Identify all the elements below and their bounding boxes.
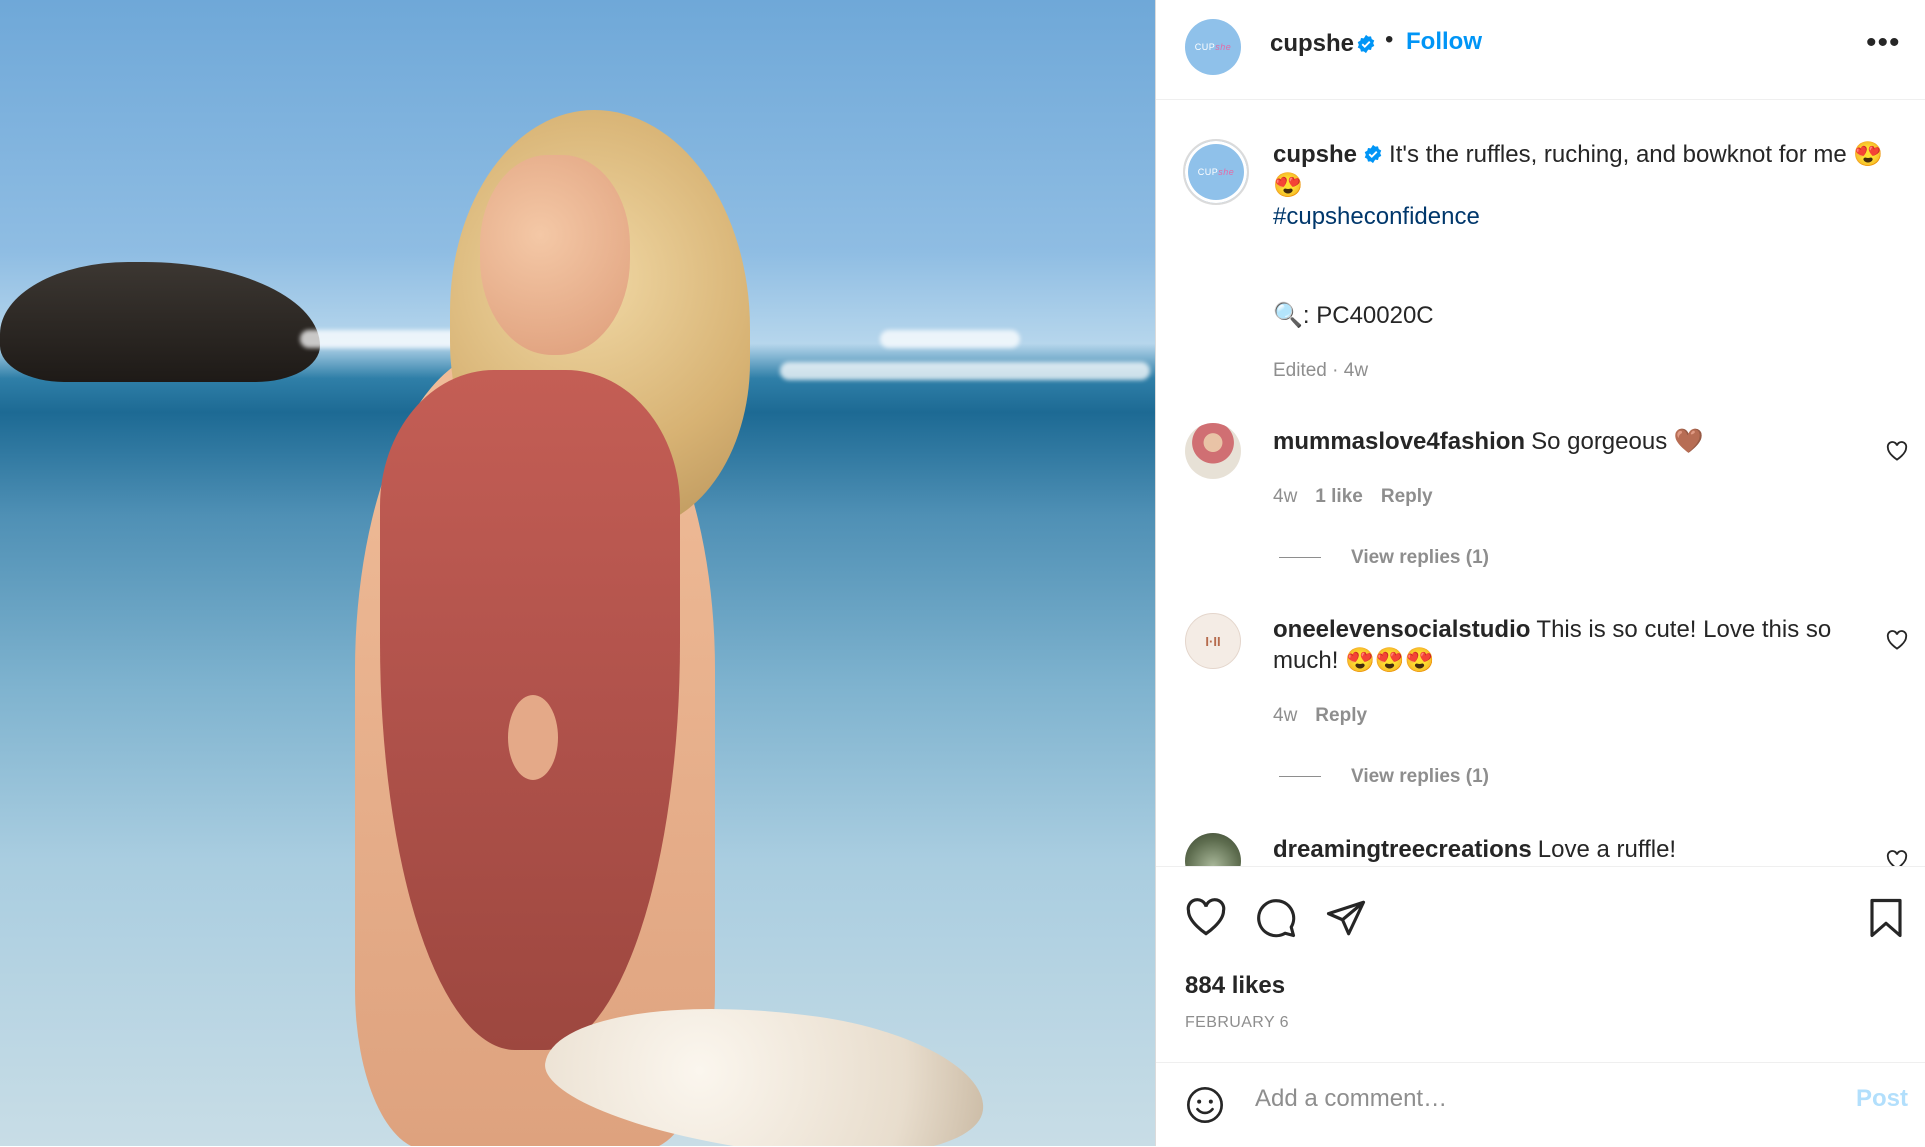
comment-like-heart-icon[interactable] (1886, 850, 1908, 866)
post-side-panel: CUPshe cupshe • Follow ••• CUPshe cupshe… (1155, 0, 1925, 1146)
post-date: FEBRUARY 6 (1185, 1014, 1289, 1031)
photo-model (265, 110, 993, 1146)
caption-hashtag[interactable]: #cupsheconfidence (1273, 203, 1480, 230)
comment-username[interactable]: oneelevensocialstudio (1273, 616, 1530, 643)
comment-username[interactable]: dreamingtreecreations (1273, 836, 1532, 863)
comment-bubble-icon[interactable] (1255, 897, 1297, 939)
more-options-icon[interactable]: ••• (1866, 28, 1901, 58)
product-code: : PC40020C (1302, 302, 1434, 329)
comment-emoji: 🤎 (1673, 428, 1704, 455)
save-bookmark-icon[interactable] (1868, 897, 1904, 939)
post-header: CUPshe cupshe • Follow ••• (1156, 0, 1925, 100)
view-replies-button[interactable]: View replies (1) (1279, 766, 1489, 788)
comment-reply-button[interactable]: Reply (1381, 486, 1433, 507)
comment-age: 4w (1273, 486, 1298, 507)
author-username[interactable]: cupshe (1270, 30, 1354, 58)
comment-composer: Add a comment… Post (1156, 1062, 1925, 1147)
photo-wave (880, 330, 1020, 348)
verified-badge-icon (1357, 34, 1375, 54)
comments-scroll-area[interactable]: CUPshe cupshe It's the ruffles, ruching, … (1156, 101, 1925, 866)
magnifier-icon: 🔍 (1273, 302, 1303, 329)
comment-like-heart-icon[interactable] (1886, 630, 1908, 650)
commenter-avatar[interactable] (1185, 423, 1241, 479)
author-avatar[interactable]: CUPshe (1185, 19, 1241, 75)
caption-emoji: 😍 (1273, 172, 1303, 199)
post-photo[interactable] (0, 0, 1155, 1146)
caption-text-block: cupshe It's the ruffles, ruching, and bow… (1273, 139, 1903, 232)
comment-emoji: 😍😍😍 (1345, 647, 1435, 674)
comment-meta: 4w 1 like Reply (1273, 486, 1451, 508)
comment-like-heart-icon[interactable] (1886, 441, 1908, 461)
comment-text: This is so cute! Love this so (1536, 616, 1832, 643)
photo-wave (780, 362, 1150, 380)
like-heart-icon[interactable] (1185, 897, 1227, 937)
comment-like-count[interactable]: 1 like (1315, 486, 1363, 507)
comment-text: Love a ruffle! (1537, 836, 1677, 863)
comment-text: So gorgeous (1531, 428, 1668, 455)
emoji-smiley-icon[interactable] (1185, 1085, 1225, 1125)
post-comment-button[interactable]: Post (1856, 1085, 1908, 1113)
comment-text-block: dreamingtreecreations Love a ruffle! (1273, 834, 1676, 865)
comment-text-block: oneelevensocialstudio This is so cute! Lo… (1273, 614, 1873, 676)
caption-product-line: 🔍: PC40020C (1273, 300, 1434, 331)
caption-username[interactable]: cupshe (1273, 141, 1357, 168)
comment-meta: 4w Reply (1273, 705, 1385, 727)
comment-text-block: mummaslove4fashion So gorgeous 🤎 (1273, 426, 1704, 457)
instagram-post-view: CUPshe cupshe • Follow ••• CUPshe cupshe… (0, 0, 1925, 1146)
commenter-avatar[interactable] (1185, 833, 1241, 866)
comment-text-continued: much! (1273, 647, 1339, 674)
comment-input[interactable]: Add a comment… (1255, 1085, 1447, 1113)
comment-age: 4w (1273, 705, 1298, 726)
likes-count[interactable]: 884 likes (1185, 972, 1285, 1000)
caption-meta: Edited · 4w (1273, 360, 1369, 381)
caption-text: It's the ruffles, ruching, and bowknot f… (1389, 141, 1884, 168)
caption-author-avatar[interactable]: CUPshe (1183, 139, 1249, 205)
header-separator: • (1385, 26, 1394, 53)
comment-username[interactable]: mummaslove4fashion (1273, 428, 1525, 455)
view-replies-button[interactable]: View replies (1) (1279, 547, 1489, 569)
follow-button[interactable]: Follow (1406, 28, 1482, 56)
post-actions: 884 likes FEBRUARY 6 Add a comment… Post (1156, 866, 1925, 1146)
comment-reply-button[interactable]: Reply (1315, 705, 1367, 726)
verified-badge-icon (1364, 144, 1382, 163)
share-paper-plane-icon[interactable] (1325, 897, 1367, 939)
commenter-avatar[interactable]: I·II (1185, 613, 1241, 669)
